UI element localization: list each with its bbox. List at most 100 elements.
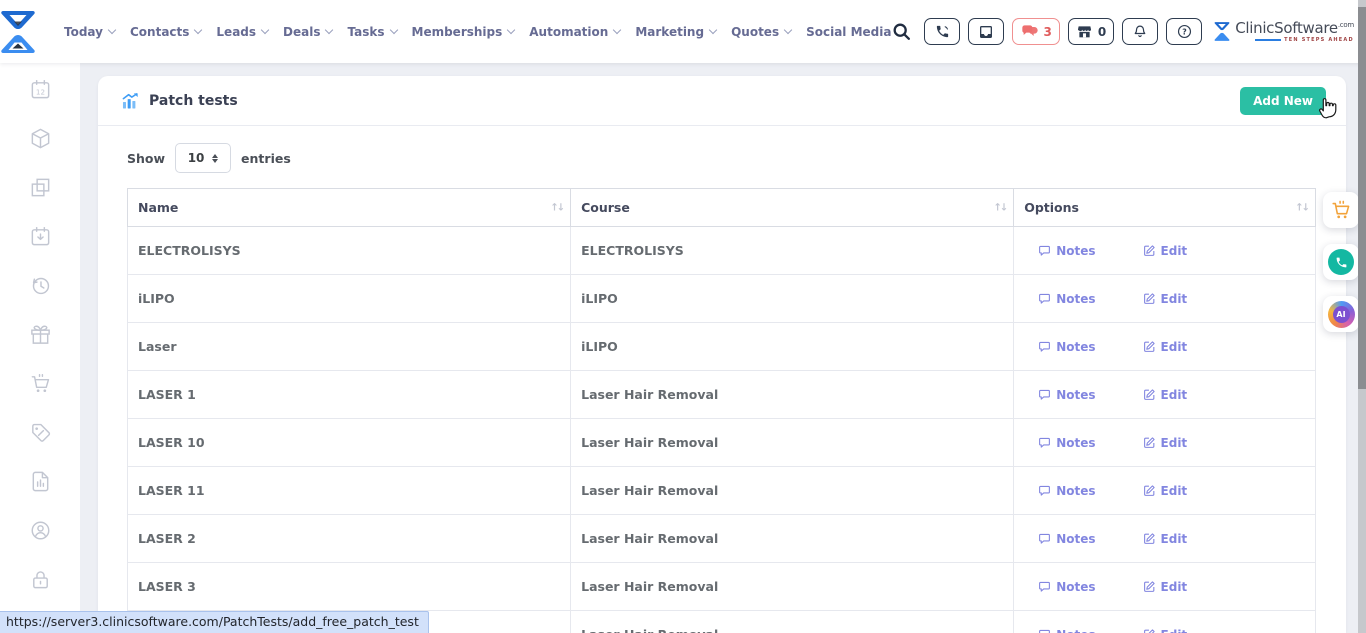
edit-link[interactable]: Edit bbox=[1143, 532, 1188, 546]
notes-link[interactable]: Notes bbox=[1038, 388, 1095, 402]
nav-item-contacts[interactable]: Contacts bbox=[130, 25, 201, 39]
sidebar-item-users[interactable] bbox=[28, 519, 52, 542]
nav-item-quotes[interactable]: Quotes bbox=[731, 25, 791, 39]
app-logo[interactable] bbox=[0, 10, 36, 54]
sidebar-item-shop[interactable] bbox=[28, 372, 52, 395]
sort-icon[interactable]: ↑↓ bbox=[550, 202, 563, 213]
nav-item-label: Tasks bbox=[347, 25, 384, 39]
history-icon bbox=[29, 274, 52, 297]
edit-link[interactable]: Edit bbox=[1143, 340, 1188, 354]
cart-icon bbox=[1330, 199, 1352, 221]
add-new-button[interactable]: Add New bbox=[1240, 87, 1326, 115]
table-header-row: Name↑↓Course↑↓Options↑↓ bbox=[128, 189, 1316, 227]
ai-icon: AI bbox=[1328, 301, 1355, 328]
column-header-course[interactable]: Course ↑↓ bbox=[571, 189, 1014, 227]
clinicsoftware-logo[interactable]: ClinicSoftware.com TEN STEPS AHEAD bbox=[1214, 21, 1354, 43]
page-size-select[interactable]: 10 bbox=[175, 143, 231, 173]
sidebar-item-calendar[interactable]: 12 bbox=[28, 78, 52, 101]
chevron-down-icon bbox=[709, 26, 717, 34]
nav-item-leads[interactable]: Leads bbox=[216, 25, 268, 39]
edit-link[interactable]: Edit bbox=[1143, 628, 1188, 633]
edit-link[interactable]: Edit bbox=[1143, 580, 1188, 594]
show-label: Show bbox=[127, 151, 165, 166]
sidebar-item-reports[interactable] bbox=[28, 470, 52, 493]
question-icon: ? bbox=[1176, 23, 1193, 40]
notes-link[interactable]: Notes bbox=[1038, 292, 1095, 306]
phone-circle bbox=[1328, 249, 1354, 275]
notes-link[interactable]: Notes bbox=[1038, 244, 1095, 258]
top-header: Today Contacts Leads Deals Tasks Memberships A… bbox=[0, 0, 1366, 63]
store-button[interactable]: 0 bbox=[1068, 18, 1114, 45]
nav-item-memberships[interactable]: Memberships bbox=[412, 25, 515, 39]
left-sidebar: 12 bbox=[0, 63, 80, 633]
nav-item-today[interactable]: Today bbox=[64, 25, 115, 39]
help-button[interactable]: ? bbox=[1166, 18, 1202, 45]
fab-ai-button[interactable]: AI bbox=[1323, 296, 1359, 332]
edit-link[interactable]: Edit bbox=[1143, 388, 1188, 402]
edit-link[interactable]: Edit bbox=[1143, 484, 1188, 498]
sidebar-item-history[interactable] bbox=[28, 274, 52, 297]
header-actions: 3 0 ? bbox=[891, 15, 1366, 48]
table-row: LASER 11Laser Hair RemovalNotesEdit bbox=[128, 467, 1316, 515]
nav-item-tasks[interactable]: Tasks bbox=[347, 25, 396, 39]
search-button[interactable] bbox=[891, 21, 912, 42]
edit-icon bbox=[1143, 340, 1156, 353]
nav-item-label: Automation bbox=[529, 25, 608, 39]
page-title: Patch tests bbox=[122, 93, 238, 109]
options-cell: Notes Edit bbox=[1014, 323, 1316, 371]
sort-icon[interactable]: ↑↓ bbox=[1295, 202, 1308, 213]
page-size-value: 10 bbox=[188, 151, 205, 165]
sidebar-item-calendar-import[interactable] bbox=[28, 225, 52, 248]
inbox-button[interactable] bbox=[968, 18, 1004, 45]
options-cell: Notes Edit bbox=[1014, 275, 1316, 323]
phone-icon bbox=[935, 24, 950, 39]
notes-link[interactable]: Notes bbox=[1038, 436, 1095, 450]
cart-icon bbox=[29, 372, 52, 395]
sidebar-item-products[interactable] bbox=[28, 127, 52, 150]
edit-link[interactable]: Edit bbox=[1143, 292, 1188, 306]
column-header-name[interactable]: Name ↑↓ bbox=[128, 189, 571, 227]
name-cell: iLIPO bbox=[128, 275, 571, 323]
scrollbar-thumb[interactable] bbox=[1358, 7, 1366, 389]
nav-item-automation[interactable]: Automation bbox=[529, 25, 620, 39]
nav-item-marketing[interactable]: Marketing bbox=[635, 25, 716, 39]
scrollbar[interactable] bbox=[1358, 0, 1366, 633]
search-icon bbox=[891, 21, 912, 42]
sort-icon[interactable]: ↑↓ bbox=[993, 202, 1006, 213]
notes-link[interactable]: Notes bbox=[1038, 340, 1095, 354]
entries-label: entries bbox=[241, 151, 291, 166]
notes-link[interactable]: Notes bbox=[1038, 580, 1095, 594]
phone-button[interactable] bbox=[924, 18, 960, 45]
column-label: Name bbox=[138, 200, 178, 215]
sidebar-item-security[interactable] bbox=[28, 568, 52, 591]
nav-item-social-media[interactable]: Social Media bbox=[806, 25, 891, 39]
hourglass-logo-icon bbox=[1214, 21, 1230, 42]
calendar-import-icon bbox=[29, 225, 52, 248]
nav-item-deals[interactable]: Deals bbox=[283, 25, 332, 39]
chevron-down-icon bbox=[325, 26, 333, 34]
notifications-button[interactable] bbox=[1122, 18, 1158, 45]
options-cell: Notes Edit bbox=[1014, 419, 1316, 467]
chevron-down-icon bbox=[389, 26, 397, 34]
sidebar-item-duplicates[interactable] bbox=[28, 176, 52, 199]
store-icon bbox=[1076, 24, 1093, 40]
notes-link[interactable]: Notes bbox=[1038, 484, 1095, 498]
name-cell: LASER 2 bbox=[128, 515, 571, 563]
notes-icon bbox=[1038, 244, 1051, 257]
course-cell: Laser Hair Removal bbox=[571, 371, 1014, 419]
edit-link[interactable]: Edit bbox=[1143, 436, 1188, 450]
column-header-options[interactable]: Options↑↓ bbox=[1014, 189, 1316, 227]
svg-text:12: 12 bbox=[35, 87, 44, 96]
table-wrap: Name↑↓Course↑↓Options↑↓ ELECTROLISYSELEC… bbox=[127, 188, 1316, 633]
fab-cart-button[interactable] bbox=[1323, 192, 1359, 228]
notes-icon bbox=[1038, 436, 1051, 449]
notes-link[interactable]: Notes bbox=[1038, 532, 1095, 546]
notes-link[interactable]: Notes bbox=[1038, 628, 1095, 633]
chevron-down-icon bbox=[261, 26, 269, 34]
sidebar-item-pricing[interactable] bbox=[28, 421, 52, 444]
edit-link[interactable]: Edit bbox=[1143, 244, 1188, 258]
chat-button[interactable]: 3 bbox=[1012, 18, 1059, 45]
fab-phone-button[interactable] bbox=[1323, 244, 1359, 280]
column-label: Course bbox=[581, 200, 630, 215]
sidebar-item-gifts[interactable] bbox=[28, 323, 52, 346]
